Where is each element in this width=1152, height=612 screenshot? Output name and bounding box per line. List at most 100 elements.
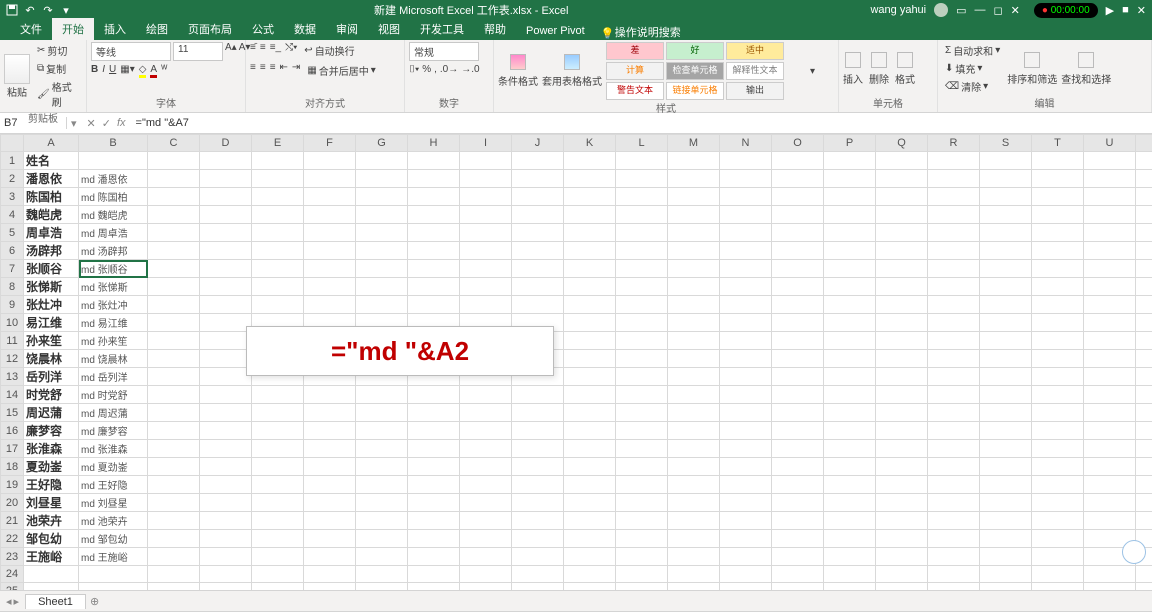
cell-M24[interactable] [668, 566, 720, 583]
inc-decimal-icon[interactable]: .0→ [440, 64, 458, 75]
row-header-14[interactable]: 14 [1, 386, 24, 404]
cell-K5[interactable] [564, 224, 616, 242]
cell-T9[interactable] [1032, 296, 1084, 314]
cell-M12[interactable] [668, 350, 720, 368]
cell-R7[interactable] [928, 260, 980, 278]
cell-A15[interactable]: 周迟蒲 [24, 404, 79, 422]
cell-O15[interactable] [772, 404, 824, 422]
cell-P12[interactable] [824, 350, 876, 368]
cell-H20[interactable] [408, 494, 460, 512]
cell-L8[interactable] [616, 278, 668, 296]
cell-H4[interactable] [408, 206, 460, 224]
tab-开发工具[interactable]: 开发工具 [410, 18, 474, 40]
cell-L7[interactable] [616, 260, 668, 278]
cell-P11[interactable] [824, 332, 876, 350]
cell-O24[interactable] [772, 566, 824, 583]
cell-I22[interactable] [460, 530, 512, 548]
cell-H22[interactable] [408, 530, 460, 548]
cell-V18[interactable] [1136, 458, 1152, 476]
tab-绘图[interactable]: 绘图 [136, 18, 178, 40]
cell-Q19[interactable] [876, 476, 928, 494]
cell-J4[interactable] [512, 206, 564, 224]
cell-R22[interactable] [928, 530, 980, 548]
cell-D7[interactable] [200, 260, 252, 278]
cell-A13[interactable]: 岳列洋 [24, 368, 79, 386]
tab-审阅[interactable]: 审阅 [326, 18, 368, 40]
cell-R20[interactable] [928, 494, 980, 512]
cell-U24[interactable] [1084, 566, 1136, 583]
cell-M21[interactable] [668, 512, 720, 530]
cell-Q17[interactable] [876, 440, 928, 458]
cell-O5[interactable] [772, 224, 824, 242]
user-name[interactable]: wang yahui [870, 4, 926, 16]
cell-G4[interactable] [356, 206, 408, 224]
cell-M9[interactable] [668, 296, 720, 314]
cell-F19[interactable] [304, 476, 356, 494]
cell-T23[interactable] [1032, 548, 1084, 566]
cell-R18[interactable] [928, 458, 980, 476]
cell-T11[interactable] [1032, 332, 1084, 350]
cell-P25[interactable] [824, 583, 876, 591]
cell-O3[interactable] [772, 188, 824, 206]
cell-O19[interactable] [772, 476, 824, 494]
cell-H14[interactable] [408, 386, 460, 404]
cell-U9[interactable] [1084, 296, 1136, 314]
cell-C6[interactable] [148, 242, 200, 260]
cell-R13[interactable] [928, 368, 980, 386]
tell-me-input[interactable]: 操作说明搜索 [615, 24, 681, 40]
cell-E2[interactable] [252, 170, 304, 188]
cell-F3[interactable] [304, 188, 356, 206]
tab-插入[interactable]: 插入 [94, 18, 136, 40]
cell-O21[interactable] [772, 512, 824, 530]
cell-U20[interactable] [1084, 494, 1136, 512]
cell-P2[interactable] [824, 170, 876, 188]
sheet-tab[interactable]: Sheet1 [25, 594, 86, 609]
cell-T3[interactable] [1032, 188, 1084, 206]
cell-R25[interactable] [928, 583, 980, 591]
cell-V2[interactable] [1136, 170, 1152, 188]
cell-J1[interactable] [512, 152, 564, 170]
cell-B12[interactable]: md 饶晨林 [79, 350, 148, 368]
cell-O11[interactable] [772, 332, 824, 350]
cell-I7[interactable] [460, 260, 512, 278]
cell-J20[interactable] [512, 494, 564, 512]
indent-dec-icon[interactable]: ⇤ [280, 62, 288, 79]
cell-N19[interactable] [720, 476, 772, 494]
cell-V12[interactable] [1136, 350, 1152, 368]
cell-V7[interactable] [1136, 260, 1152, 278]
col-header-H[interactable]: H [408, 135, 460, 152]
cell-N23[interactable] [720, 548, 772, 566]
fill-color-button[interactable]: ◇ [139, 64, 147, 78]
cell-O9[interactable] [772, 296, 824, 314]
cell-C19[interactable] [148, 476, 200, 494]
cell-R17[interactable] [928, 440, 980, 458]
cell-I25[interactable] [460, 583, 512, 591]
style-cell[interactable]: 解释性文本 [726, 62, 784, 80]
cell-O6[interactable] [772, 242, 824, 260]
cell-L5[interactable] [616, 224, 668, 242]
cell-M16[interactable] [668, 422, 720, 440]
cell-G25[interactable] [356, 583, 408, 591]
cell-E23[interactable] [252, 548, 304, 566]
cell-F15[interactable] [304, 404, 356, 422]
cell-S21[interactable] [980, 512, 1032, 530]
cell-V24[interactable] [1136, 566, 1152, 583]
currency-icon[interactable]: ⌷▾ [409, 64, 419, 75]
cell-G23[interactable] [356, 548, 408, 566]
maximize-icon[interactable]: ◻ [994, 4, 1003, 17]
cell-M11[interactable] [668, 332, 720, 350]
cell-G15[interactable] [356, 404, 408, 422]
cell-T4[interactable] [1032, 206, 1084, 224]
row-header-10[interactable]: 10 [1, 314, 24, 332]
cell-Q13[interactable] [876, 368, 928, 386]
cell-K20[interactable] [564, 494, 616, 512]
cell-N5[interactable] [720, 224, 772, 242]
cell-A21[interactable]: 池荣卉 [24, 512, 79, 530]
cell-B11[interactable]: md 孙来笙 [79, 332, 148, 350]
cell-S16[interactable] [980, 422, 1032, 440]
cell-C4[interactable] [148, 206, 200, 224]
cell-L6[interactable] [616, 242, 668, 260]
sheet-nav-prev-icon[interactable]: ◂ [6, 595, 12, 608]
cell-H5[interactable] [408, 224, 460, 242]
cell-G5[interactable] [356, 224, 408, 242]
